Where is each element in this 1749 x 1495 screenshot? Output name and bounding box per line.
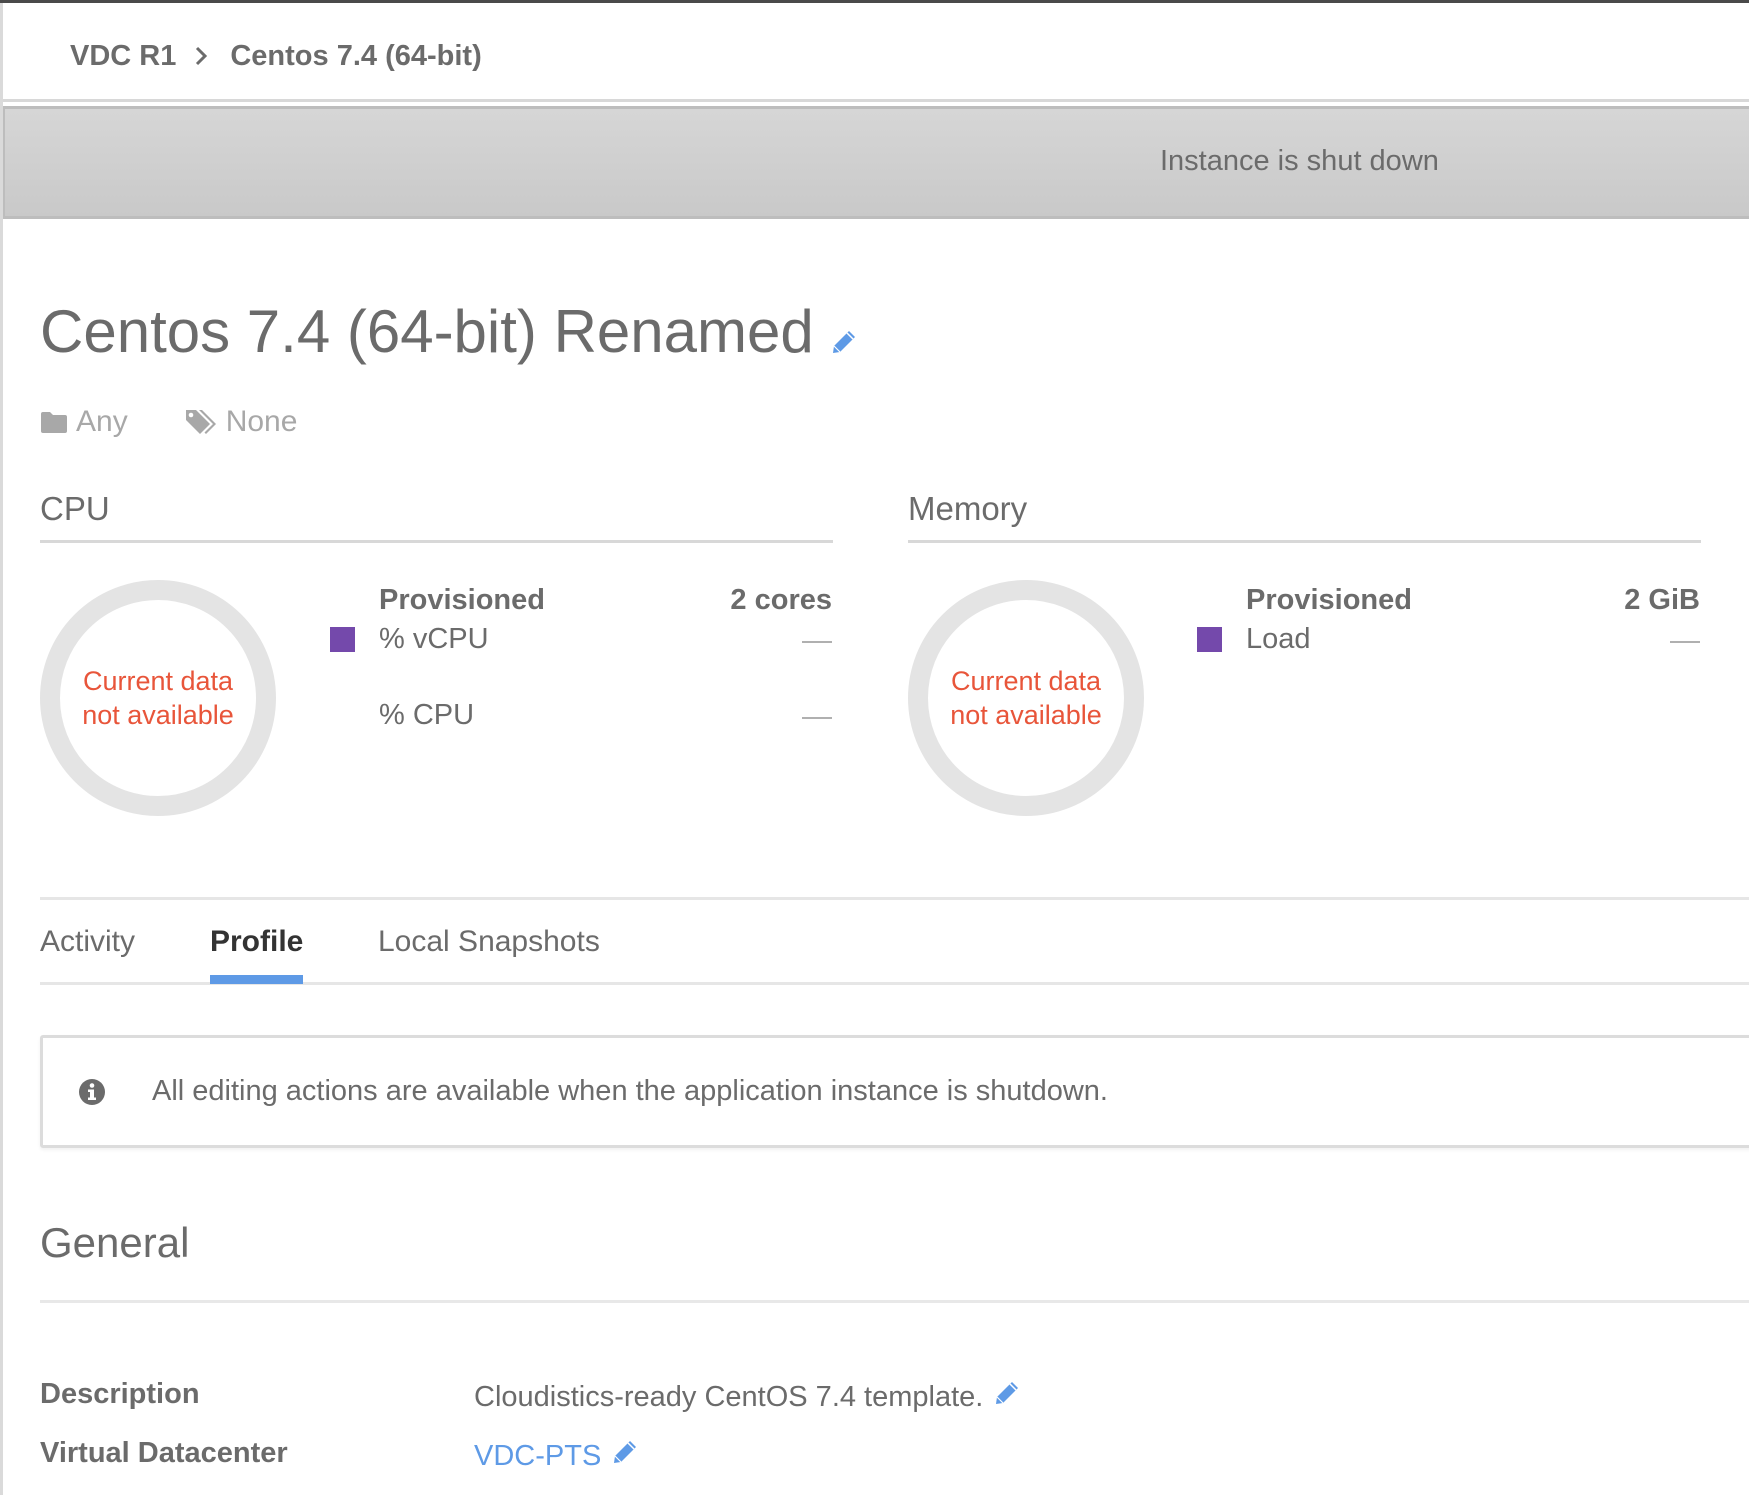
chevron-right-icon <box>194 46 208 66</box>
pencil-icon[interactable] <box>830 301 858 370</box>
tab-local-snapshots[interactable]: Local Snapshots <box>378 925 600 959</box>
tags-value: None <box>225 405 298 438</box>
cpu-vcpu-label: % vCPU <box>379 623 489 655</box>
folder-value: Any <box>76 405 128 438</box>
instance-name: Centos 7.4 (64-bit) Renamed <box>40 298 814 365</box>
cpu-cpu-value <box>802 717 832 719</box>
cpu-divider <box>40 540 833 543</box>
memory-ring-message: Current data not available <box>950 664 1102 732</box>
tabs-top-divider <box>40 897 1749 900</box>
instance-meta: Any None <box>40 405 297 439</box>
cpu-cpu-label: % CPU <box>379 699 475 731</box>
breadcrumb: VDC R1 Centos 7.4 (64-bit) <box>70 36 482 76</box>
virtual-datacenter-label: Virtual Datacenter <box>40 1437 288 1469</box>
tags-icon <box>185 410 216 434</box>
memory-load-value <box>1670 641 1700 643</box>
virtual-datacenter-link[interactable]: VDC-PTS <box>474 1440 601 1473</box>
cpu-vcpu-legend-swatch <box>330 627 355 652</box>
memory-usage-ring: Current data not available <box>908 580 1144 816</box>
active-tab-indicator <box>210 975 303 984</box>
pencil-icon[interactable] <box>993 1379 1021 1415</box>
cpu-ring-message: Current data not available <box>82 664 234 732</box>
info-notice-text: All editing actions are available when t… <box>152 1075 1108 1107</box>
left-border <box>0 3 3 1495</box>
cpu-heading: CPU <box>40 490 110 527</box>
memory-provisioned-label: Provisioned <box>1246 584 1412 616</box>
general-heading: General <box>40 1219 190 1266</box>
memory-load-label: Load <box>1246 623 1311 655</box>
cpu-ring-text-2: not available <box>82 700 234 730</box>
virtual-datacenter-value-row: VDC-PTS <box>474 1438 639 1474</box>
memory-divider <box>908 540 1701 543</box>
folder-icon <box>41 412 67 433</box>
cpu-usage-ring: Current data not available <box>40 580 276 816</box>
status-banner-text: Instance is shut down <box>1160 145 1439 177</box>
tab-activity[interactable]: Activity <box>40 925 135 959</box>
cpu-vcpu-value <box>802 641 832 643</box>
cpu-provisioned-value: 2 cores <box>730 584 832 616</box>
memory-ring-text-1: Current data <box>950 666 1102 696</box>
page-title: Centos 7.4 (64-bit) Renamed <box>40 293 858 370</box>
memory-heading: Memory <box>908 490 1028 527</box>
info-circle-icon <box>78 1078 106 1111</box>
tags-selector[interactable]: None <box>184 405 298 439</box>
breadcrumb-item-current: Centos 7.4 (64-bit) <box>230 39 482 72</box>
top-border <box>0 0 1749 3</box>
cpu-provisioned-label: Provisioned <box>379 584 545 616</box>
description-value: Cloudistics-ready CentOS 7.4 template. <box>474 1380 984 1413</box>
folder-selector[interactable]: Any <box>40 405 128 439</box>
general-divider <box>40 1300 1749 1303</box>
memory-provisioned-value: 2 GiB <box>1624 584 1700 616</box>
cpu-ring-text-1: Current data <box>82 666 234 696</box>
status-banner <box>3 106 1749 219</box>
description-value-row: Cloudistics-ready CentOS 7.4 template. <box>474 1379 1021 1415</box>
header-divider <box>3 99 1749 102</box>
tab-profile[interactable]: Profile <box>210 925 303 959</box>
breadcrumb-item-vdc[interactable]: VDC R1 <box>70 40 176 73</box>
description-label: Description <box>40 1378 200 1410</box>
memory-ring-text-2: not available <box>950 700 1102 730</box>
memory-load-legend-swatch <box>1197 627 1222 652</box>
pencil-icon[interactable] <box>611 1438 639 1474</box>
